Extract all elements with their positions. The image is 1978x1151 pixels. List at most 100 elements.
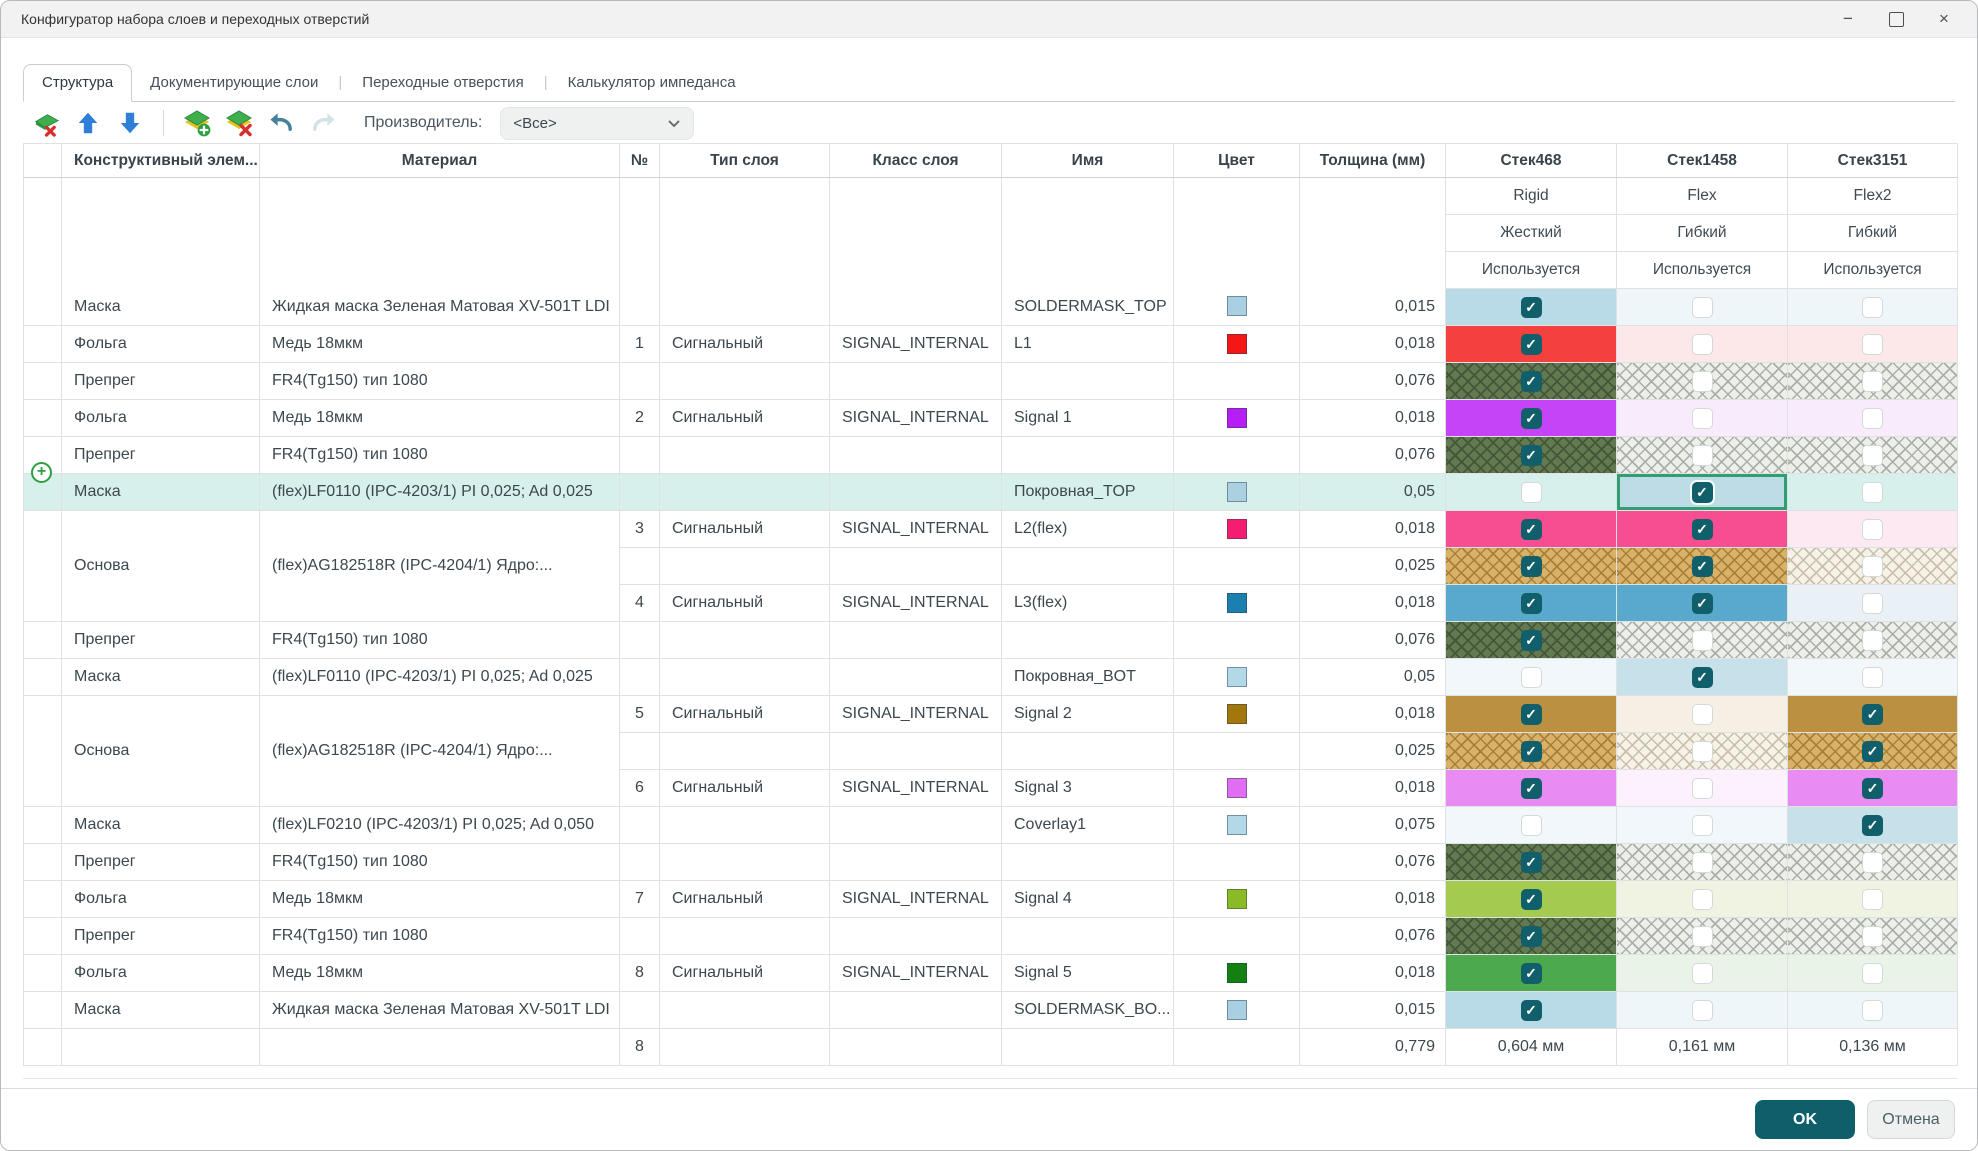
color-swatch[interactable] [1227, 408, 1247, 428]
cell-element[interactable]: Основа [62, 511, 260, 622]
stack-cell[interactable] [1788, 881, 1958, 918]
stack-cell[interactable] [1446, 474, 1617, 511]
cell-color[interactable] [1174, 659, 1300, 696]
cell-material[interactable]: Жидкая маска Зеленая Матовая XV-501T LDI [260, 178, 620, 326]
cell-element[interactable]: Маска [62, 659, 260, 696]
cell-material[interactable]: FR4(Tg150) тип 1080 [260, 437, 620, 474]
remove-stack-icon[interactable] [224, 108, 254, 138]
color-swatch[interactable] [1227, 593, 1247, 613]
stack-cell[interactable] [1788, 511, 1958, 548]
cell-element[interactable]: Препрег [62, 622, 260, 659]
color-swatch[interactable] [1227, 334, 1247, 354]
cell-material[interactable]: (flex)AG182518R (IPC-4204/1) Ядро:... [260, 696, 620, 807]
stack-cell[interactable] [1788, 918, 1958, 955]
cell-layer-type[interactable] [660, 918, 830, 955]
stack-checkbox[interactable] [1692, 519, 1713, 540]
cell-layer-class[interactable]: SIGNAL_INTERNAL [830, 585, 1002, 622]
stack-cell[interactable] [1617, 585, 1788, 622]
cell-thickness[interactable]: 0,075 [1300, 807, 1446, 844]
cell-thickness[interactable]: 0,018 [1300, 585, 1446, 622]
stack-cell[interactable] [1446, 696, 1617, 733]
stack-checkbox[interactable] [1692, 482, 1713, 503]
cell-thickness[interactable]: 0,018 [1300, 326, 1446, 363]
stack-checkbox[interactable] [1862, 334, 1883, 355]
cell-layer-type[interactable] [660, 807, 830, 844]
cell-name[interactable]: Signal 2 [1002, 696, 1174, 733]
cell-layer-class[interactable] [830, 733, 1002, 770]
stack-cell[interactable] [1788, 807, 1958, 844]
stack-checkbox[interactable] [1862, 519, 1883, 540]
cell-color[interactable] [1174, 511, 1300, 548]
maximize-icon[interactable] [1879, 5, 1913, 33]
cell-name[interactable] [1002, 437, 1174, 474]
cell-layer-type[interactable] [660, 659, 830, 696]
stack-checkbox[interactable] [1692, 334, 1713, 355]
cell-name[interactable]: SOLDERMASK_BO... [1002, 992, 1174, 1029]
cell-layer-class[interactable] [830, 807, 1002, 844]
cell-material[interactable]: FR4(Tg150) тип 1080 [260, 622, 620, 659]
stack-checkbox[interactable] [1521, 852, 1542, 873]
cell-layer-class[interactable]: SIGNAL_INTERNAL [830, 955, 1002, 992]
cell-color[interactable] [1174, 807, 1300, 844]
stack-cell[interactable] [1617, 992, 1788, 1029]
stack-checkbox[interactable] [1862, 556, 1883, 577]
cell-name[interactable]: Signal 5 [1002, 955, 1174, 992]
cell-color[interactable] [1174, 955, 1300, 992]
stack-checkbox[interactable] [1521, 889, 1542, 910]
cell-material[interactable]: Медь 18мкм [260, 326, 620, 363]
stack-checkbox[interactable] [1862, 778, 1883, 799]
cell-color[interactable] [1174, 585, 1300, 622]
cell-element[interactable]: Фольга [62, 400, 260, 437]
cell-layer-class[interactable] [830, 178, 1002, 326]
stack-cell[interactable] [1617, 881, 1788, 918]
cell-color[interactable] [1174, 548, 1300, 585]
color-swatch[interactable] [1227, 704, 1247, 724]
stack-cell[interactable] [1617, 659, 1788, 696]
cell-element[interactable]: Маска [62, 178, 260, 326]
stack-cell[interactable] [1617, 326, 1788, 363]
stack-cell[interactable] [1617, 918, 1788, 955]
manufacturer-dropdown[interactable]: <Все> [500, 107, 694, 140]
cell-color[interactable] [1174, 437, 1300, 474]
stack-checkbox[interactable] [1862, 408, 1883, 429]
stack-checkbox[interactable] [1862, 889, 1883, 910]
cell-name[interactable] [1002, 733, 1174, 770]
stack-cell[interactable] [1617, 400, 1788, 437]
stack-checkbox[interactable] [1692, 889, 1713, 910]
cell-layer-class[interactable]: SIGNAL_INTERNAL [830, 696, 1002, 733]
cell-layer-type[interactable] [660, 437, 830, 474]
tab-doc-layers[interactable]: Документирующие слои [132, 65, 336, 101]
stack-checkbox[interactable] [1521, 667, 1542, 688]
stack-checkbox[interactable] [1521, 593, 1542, 614]
minimize-icon[interactable]: − [1831, 5, 1865, 33]
cell-layer-type[interactable] [660, 844, 830, 881]
stack-cell[interactable] [1617, 696, 1788, 733]
cell-name[interactable]: Покровная_TOP [1002, 474, 1174, 511]
cell-element[interactable]: Фольга [62, 326, 260, 363]
cell-layer-class[interactable]: SIGNAL_INTERNAL [830, 511, 1002, 548]
color-swatch[interactable] [1227, 778, 1247, 798]
cell-material[interactable]: Медь 18мкм [260, 400, 620, 437]
tab-impedance[interactable]: Калькулятор импеданса [550, 65, 754, 101]
stack-checkbox[interactable] [1521, 741, 1542, 762]
cell-color[interactable] [1174, 363, 1300, 400]
stack-checkbox[interactable] [1862, 704, 1883, 725]
cell-color[interactable] [1174, 992, 1300, 1029]
stack-cell[interactable] [1446, 511, 1617, 548]
stack-checkbox[interactable] [1862, 371, 1883, 392]
cell-color[interactable] [1174, 733, 1300, 770]
cell-material[interactable]: FR4(Tg150) тип 1080 [260, 918, 620, 955]
stack-checkbox[interactable] [1692, 371, 1713, 392]
stack-checkbox[interactable] [1862, 963, 1883, 984]
cell-layer-type[interactable] [660, 992, 830, 1029]
stack-checkbox[interactable] [1521, 334, 1542, 355]
cell-color[interactable] [1174, 178, 1300, 326]
cell-layer-type[interactable] [660, 733, 830, 770]
stack-checkbox[interactable] [1521, 371, 1542, 392]
stack-cell[interactable] [1446, 733, 1617, 770]
cell-layer-class[interactable] [830, 548, 1002, 585]
cell-thickness[interactable]: 0,018 [1300, 696, 1446, 733]
stack-checkbox[interactable] [1862, 815, 1883, 836]
cell-name[interactable] [1002, 548, 1174, 585]
move-layer-up-icon[interactable] [73, 108, 103, 138]
